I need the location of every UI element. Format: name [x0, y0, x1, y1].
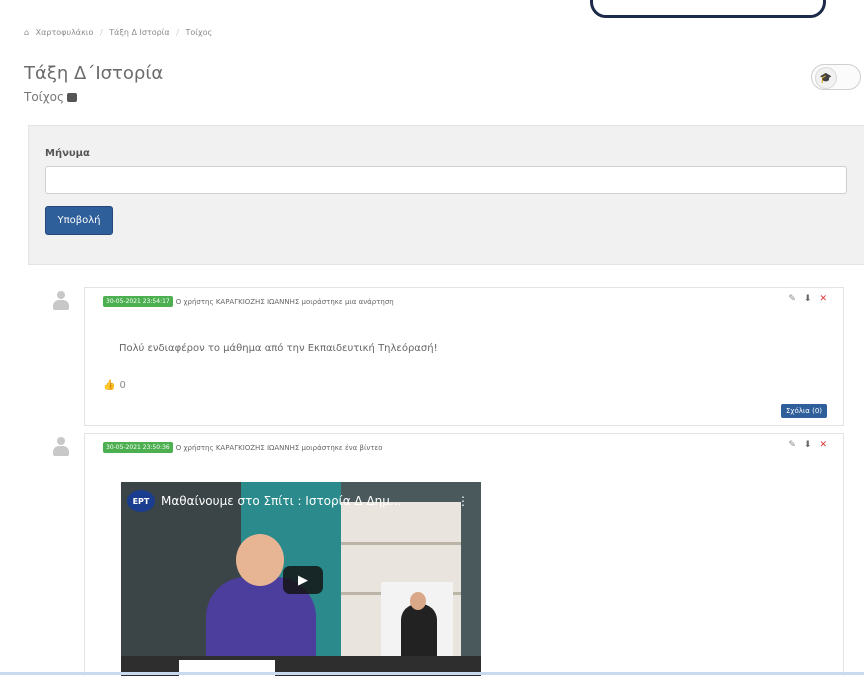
edit-icon[interactable]: ✎: [788, 294, 796, 304]
presenter-face: [236, 534, 284, 586]
video-embed[interactable]: ΕΡΤ Μαθαίνουμε στο Σπίτι : Ιστορία Δ Δημ…: [121, 482, 481, 676]
thumbs-up-icon[interactable]: 👍: [103, 380, 115, 391]
pin-icon[interactable]: ⬇: [804, 440, 812, 450]
post-card: 30-05-2021 23:54:17 Ο χρήστης ΚΑΡΑΓΚΙΟΖΗ…: [84, 287, 844, 426]
edit-icon[interactable]: ✎: [788, 440, 796, 450]
post-author-line: Ο χρήστης ΚΑΡΑΓΚΙΟΖΗΣ ΙΩΑΝΝΗΣ μοιράστηκε…: [175, 443, 383, 452]
like-control[interactable]: 👍 0: [103, 380, 126, 391]
breadcrumb-item-portfolio[interactable]: Χαρτοφυλάκιο: [36, 28, 94, 37]
course-toggle[interactable]: 🎓: [811, 64, 861, 90]
post-card: 30-05-2021 23:50:36 Ο χρήστης ΚΑΡΑΓΚΙΟΖΗ…: [84, 433, 844, 676]
date-badge: 30-05-2021 23:50:36: [103, 442, 173, 453]
submit-button[interactable]: Υποβολή: [45, 206, 113, 235]
breadcrumb-separator: /: [99, 28, 103, 37]
page-subtitle: Τοίχος: [24, 90, 78, 104]
banner-pill: [590, 0, 826, 18]
breadcrumb: ⌂ Χαρτοφυλάκιο / Τάξη Δ Ιστορία / Τοίχος: [24, 28, 216, 37]
play-icon[interactable]: ▶: [283, 566, 323, 594]
more-vertical-icon[interactable]: ⋮: [457, 494, 469, 508]
post-tools: ✎ ⬇ ✕: [788, 294, 827, 304]
delete-icon[interactable]: ✕: [819, 440, 827, 450]
post-text: Πολύ ενδιαφέρον το μάθημα από την Εκπαιδ…: [119, 343, 438, 354]
avatar: [52, 291, 70, 311]
avatar: [52, 437, 70, 457]
subtitle-label: Τοίχος: [24, 90, 65, 104]
breadcrumb-item-course[interactable]: Τάξη Δ Ιστορία: [109, 28, 169, 37]
video-title[interactable]: Μαθαίνουμε στο Σπίτι : Ιστορία Δ Δημ...: [161, 494, 401, 508]
message-label: Μήνυμα: [45, 148, 90, 159]
sign-interpreter-face: [410, 592, 426, 610]
post-header: 30-05-2021 23:50:36 Ο χρήστης ΚΑΡΑΓΚΙΟΖΗ…: [103, 442, 383, 453]
breadcrumb-separator: /: [176, 28, 179, 37]
top-banner: [0, 0, 864, 18]
message-textarea[interactable]: [45, 166, 847, 194]
post-tools: ✎ ⬇ ✕: [788, 440, 827, 450]
post-form: Μήνυμα Υποβολή: [28, 125, 864, 265]
post-author-line: Ο χρήστης ΚΑΡΑΓΚΙΟΖΗΣ ΙΩΑΝΝΗΣ μοιράστηκε…: [175, 297, 394, 306]
breadcrumb-item-current: Τοίχος: [185, 28, 213, 37]
post-header: 30-05-2021 23:54:17 Ο χρήστης ΚΑΡΑΓΚΙΟΖΗ…: [103, 296, 394, 307]
comments-button[interactable]: Σχόλια (0): [780, 404, 827, 418]
date-badge: 30-05-2021 23:54:17: [103, 296, 173, 307]
home-icon[interactable]: ⌂: [24, 28, 29, 37]
channel-logo: ΕΡΤ: [127, 490, 155, 512]
delete-icon[interactable]: ✕: [819, 294, 827, 304]
minus-square-icon[interactable]: [67, 92, 78, 102]
pin-icon[interactable]: ⬇: [804, 294, 812, 304]
like-count: 0: [119, 380, 126, 391]
graduation-cap-icon: 🎓: [815, 67, 837, 89]
page-title: Τάξη Δ΄Ιστορία: [24, 63, 164, 84]
